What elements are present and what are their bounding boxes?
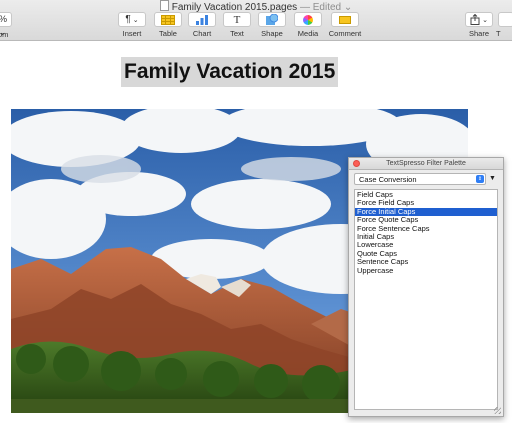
filter-list[interactable]: Field Caps Force Field Caps Force Initial … — [354, 189, 498, 410]
document-icon — [159, 0, 169, 11]
category-value: Case Conversion — [359, 175, 417, 184]
partial-toolbar-label: T — [496, 29, 501, 38]
chevron-updown-icon: ⇕ — [476, 175, 484, 183]
shape-icon — [266, 14, 278, 25]
chevron-down-icon: ⌄ — [482, 16, 488, 24]
filter-palette: TextSpresso Filter Palette Case Conversi… — [348, 157, 504, 417]
filter-list-item[interactable]: Uppercase — [355, 266, 497, 275]
document-heading[interactable]: Family Vacation 2015 — [121, 57, 339, 87]
toolbar: Family Vacation 2015.pages — Edited ⌄ % … — [0, 0, 512, 41]
dropdown-triangle-icon[interactable]: ▼ — [489, 175, 496, 182]
comment-label: Comment — [328, 29, 362, 38]
resize-grip-icon[interactable] — [494, 407, 501, 414]
media-icon — [303, 14, 313, 25]
table-icon — [161, 14, 175, 25]
chevron-down-icon: ⌄ — [132, 16, 139, 24]
text-box-icon: T — [233, 13, 241, 26]
close-icon[interactable] — [353, 160, 360, 167]
comment-button[interactable]: Comment — [323, 12, 367, 38]
chart-icon — [196, 14, 208, 25]
palette-titlebar[interactable]: TextSpresso Filter Palette — [349, 158, 503, 170]
share-button[interactable]: ⌄ Share — [457, 12, 501, 38]
palette-title: TextSpresso Filter Palette — [386, 160, 466, 167]
share-icon — [470, 14, 480, 25]
share-label: Share — [468, 29, 489, 38]
paragraph-icon: ¶ — [125, 14, 131, 25]
zoom-control[interactable]: % ⌄ — [0, 12, 12, 37]
comment-icon — [339, 15, 351, 24]
zoom-label: om — [0, 30, 9, 39]
category-select[interactable]: Case Conversion ⇕ — [354, 173, 486, 185]
partial-toolbar-button[interactable]: T — [496, 12, 512, 38]
